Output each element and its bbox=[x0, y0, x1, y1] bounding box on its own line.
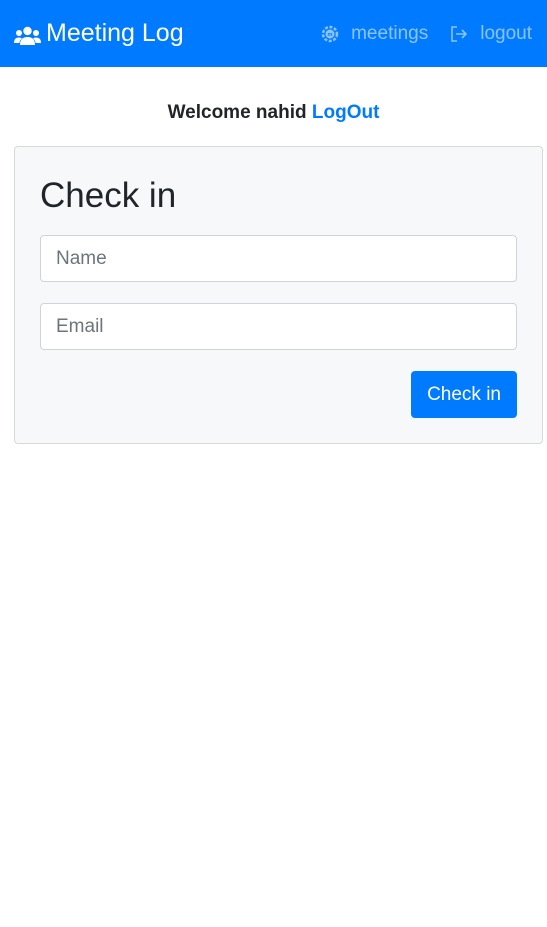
welcome-text: Welcome nahid bbox=[167, 102, 307, 123]
nav-link-label: logout bbox=[480, 22, 532, 44]
form-actions: Check in bbox=[40, 371, 517, 418]
nav-link-logout[interactable]: logout bbox=[448, 23, 532, 45]
meetings-icon: m bbox=[319, 23, 341, 45]
welcome-message: Welcome nahid LogOut bbox=[0, 102, 547, 124]
svg-text:m: m bbox=[328, 32, 333, 38]
brand-text: Meeting Log bbox=[46, 19, 184, 47]
email-input[interactable] bbox=[40, 303, 517, 350]
sign-out-icon bbox=[448, 23, 470, 45]
nav-link-label: meetings bbox=[351, 22, 429, 44]
name-input[interactable] bbox=[40, 235, 517, 282]
nav-link-meetings[interactable]: m meetings bbox=[319, 23, 428, 45]
users-icon bbox=[14, 24, 41, 45]
logout-link[interactable]: LogOut bbox=[312, 102, 380, 123]
navbar: Meeting Log m meetings logout bbox=[0, 0, 547, 67]
brand[interactable]: Meeting Log bbox=[14, 19, 184, 48]
checkin-button[interactable]: Check in bbox=[411, 371, 517, 418]
nav-links: m meetings logout bbox=[319, 23, 532, 45]
card-title: Check in bbox=[40, 176, 177, 215]
checkin-card: Check in Check in bbox=[14, 146, 543, 444]
